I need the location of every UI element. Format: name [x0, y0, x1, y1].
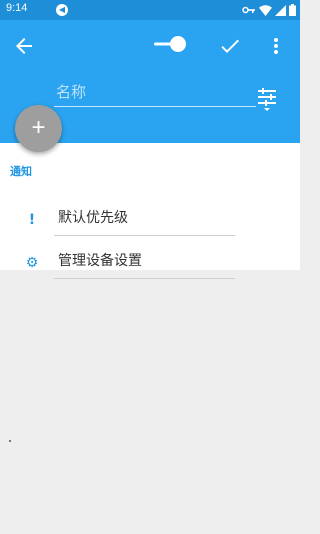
list-item-default-priority[interactable]: ! 默认优先级 [0, 203, 300, 237]
list-item-manage-device-settings[interactable]: ⚙ 管理设备设置 [0, 246, 300, 280]
status-icons [242, 3, 296, 17]
more-vert-icon [274, 38, 278, 54]
status-bar: 9:14 ◀ [0, 0, 300, 20]
wifi-icon [259, 4, 272, 16]
settings-icon: ⚙ [25, 255, 39, 271]
add-button[interactable]: + [15, 105, 62, 152]
status-time: 9:14 [6, 2, 28, 14]
notification-settings-card: 通知 ! 默认优先级 ⚙ 管理设备设置 [0, 143, 300, 279]
tune-icon [258, 88, 276, 111]
save-button[interactable] [218, 34, 242, 58]
decorative-dot [9, 440, 11, 442]
check-icon [221, 39, 239, 53]
default-priority-field[interactable]: 默认优先级 [54, 203, 235, 236]
toggle-switch-icon [154, 36, 186, 52]
section-title-notifications: 通知 [10, 165, 32, 178]
priority-icon: ! [28, 212, 36, 228]
key-icon [242, 6, 255, 14]
battery-icon [289, 4, 296, 16]
manage-device-settings-field[interactable]: 管理设备设置 [54, 246, 235, 279]
arrow-back-icon [16, 38, 32, 54]
enable-toggle[interactable] [154, 34, 188, 54]
notification-icon: ◀ [56, 4, 68, 16]
back-button[interactable] [12, 34, 36, 58]
name-input-placeholder: 名称 [56, 83, 87, 101]
name-input[interactable]: 名称 [54, 80, 256, 107]
more-options-button[interactable] [266, 34, 286, 58]
add-icon: + [31, 114, 46, 141]
filter-settings-button[interactable] [255, 86, 279, 112]
signal-icon [275, 4, 286, 16]
